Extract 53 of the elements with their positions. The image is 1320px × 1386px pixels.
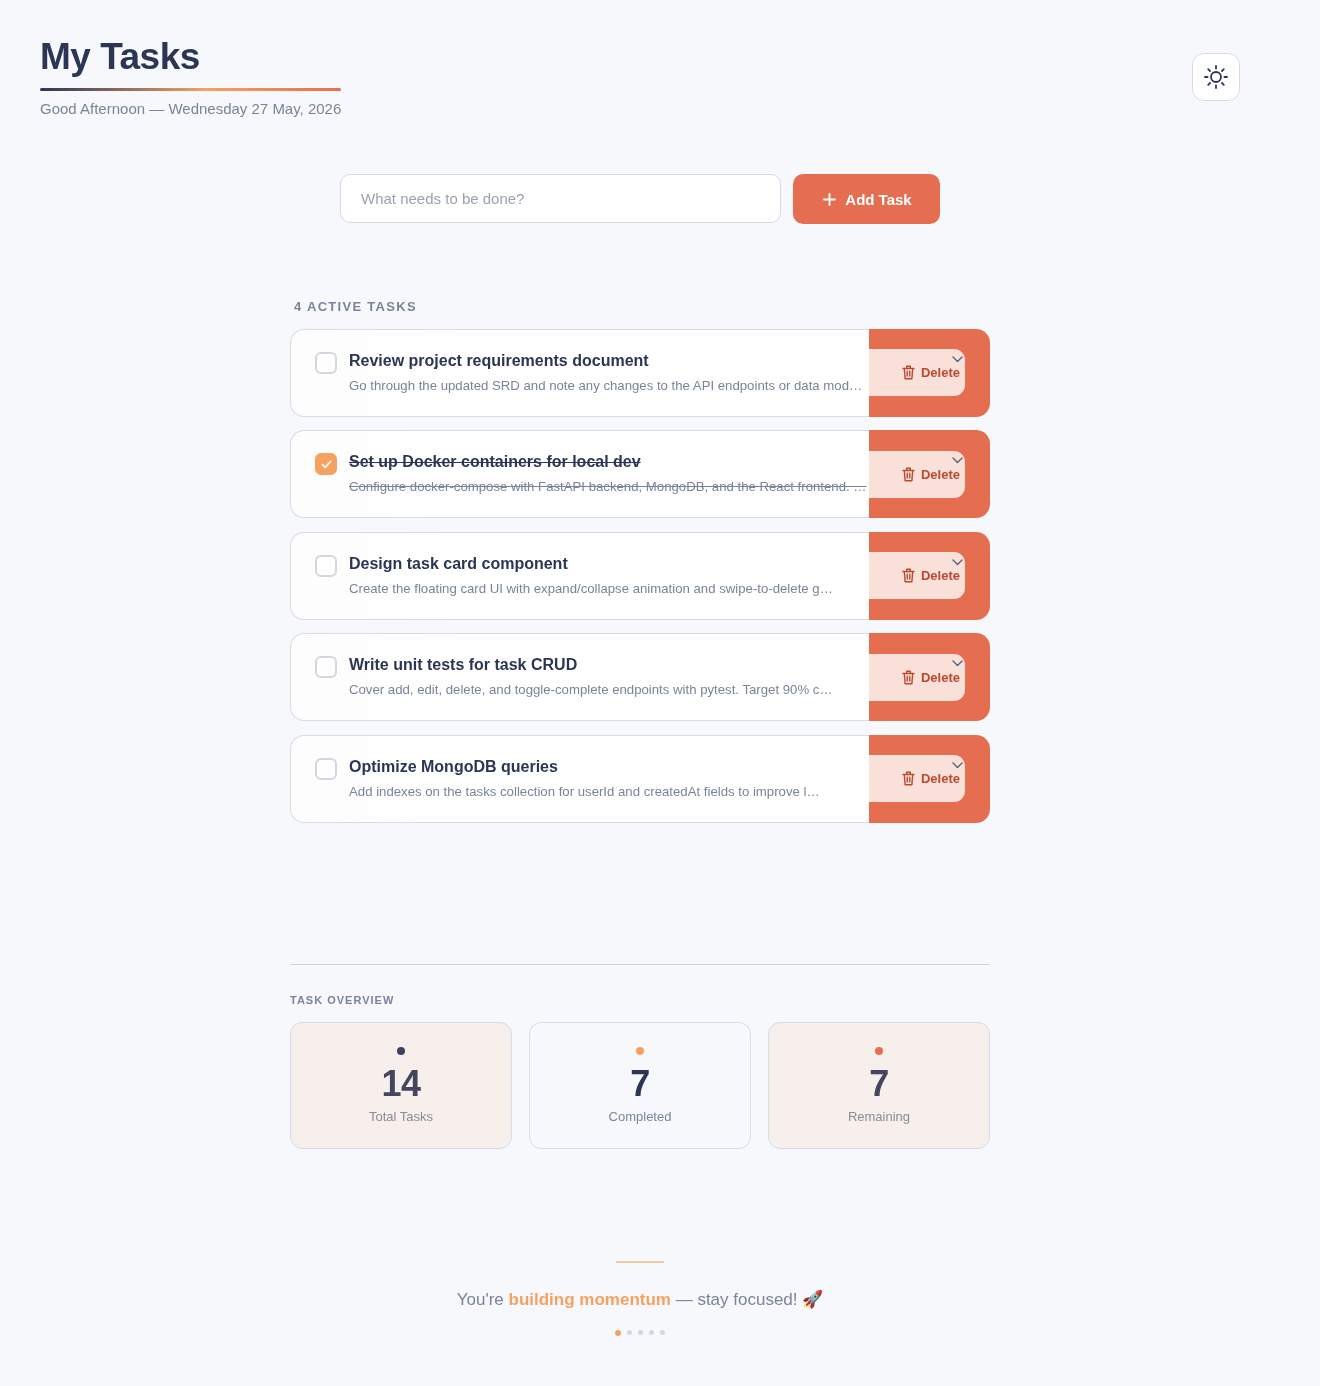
- theme-toggle-button[interactable]: [1192, 53, 1240, 101]
- stat-value: 7: [869, 1063, 889, 1104]
- stat-label: Completed: [608, 1108, 672, 1125]
- accent-rule: [616, 1260, 664, 1263]
- task-description: Cover add, edit, delete, and toggle-complete endpoints with pytest. Target 90% c…: [349, 681, 833, 699]
- stat-value: 14: [381, 1063, 421, 1104]
- task-checkbox[interactable]: [315, 351, 337, 374]
- trash-icon: [901, 466, 915, 482]
- trash-icon: [901, 568, 915, 583]
- motivational-quote: You're building momentum — stay focused! 🚀: [456, 1288, 824, 1311]
- task-description: Configure docker-compose with FastAPI backend, MongoDB, and the React frontend. …: [349, 478, 867, 496]
- task-title: Design task card component: [349, 553, 568, 574]
- chevron-down-icon[interactable]: [952, 660, 963, 667]
- delete-button[interactable]: Delete: [869, 349, 965, 396]
- task-checkbox[interactable]: [315, 656, 337, 678]
- page-title: My Tasks: [40, 35, 201, 79]
- chevron-down-icon[interactable]: [952, 355, 963, 363]
- delete-button[interactable]: Delete: [869, 552, 965, 599]
- stat-label: Total Tasks: [368, 1108, 434, 1125]
- page-dot[interactable]: [660, 1330, 665, 1335]
- task-input-field[interactable]: What needs to be done?: [340, 174, 781, 223]
- greeting-date: Good Afternoon — Wednesday 27 May, 2026: [40, 100, 342, 118]
- page-dot[interactable]: [627, 1330, 632, 1335]
- checkmark-icon: [320, 459, 332, 469]
- stat-value: 7: [630, 1063, 650, 1104]
- chevron-down-icon[interactable]: [952, 761, 963, 769]
- delete-button[interactable]: Delete: [869, 755, 965, 802]
- task-description: Add indexes on the tasks collection for userId and createdAt fields to improve l…: [349, 782, 820, 801]
- delete-button[interactable]: Delete: [869, 653, 965, 701]
- section-heading: 4 ACTIVE TASKS: [293, 299, 418, 315]
- plus-icon: [823, 192, 837, 206]
- page-dot[interactable]: [638, 1330, 643, 1335]
- task-title: Review project requirements document: [349, 350, 649, 371]
- trash-icon: [901, 669, 915, 685]
- task-title: Optimize MongoDB queries: [349, 756, 558, 777]
- task-title: Set up Docker containers for local dev: [349, 452, 641, 472]
- task-checkbox[interactable]: [315, 757, 337, 780]
- trash-icon: [901, 771, 915, 786]
- task-description: Go through the updated SRD and note any changes to the API endpoints or data mod…: [349, 376, 863, 395]
- task-description: Create the floating card UI with expand/collapse animation and swipe-to-delete g…: [349, 579, 833, 598]
- sun-icon: [1204, 65, 1228, 89]
- add-task-button[interactable]: Add Task: [793, 174, 940, 224]
- trash-icon: [901, 365, 915, 380]
- task-checkbox[interactable]: [315, 554, 337, 577]
- page-dot[interactable]: [615, 1329, 621, 1336]
- task-checkbox[interactable]: [315, 453, 337, 475]
- stat-label: Remaining: [847, 1108, 911, 1125]
- delete-button[interactable]: Delete: [869, 450, 965, 498]
- task-title: Write unit tests for task CRUD: [349, 655, 578, 675]
- chevron-down-icon[interactable]: [952, 457, 963, 464]
- page-dot[interactable]: [649, 1330, 654, 1335]
- section-heading: TASK OVERVIEW: [290, 992, 396, 1007]
- chevron-down-icon[interactable]: [952, 558, 963, 566]
